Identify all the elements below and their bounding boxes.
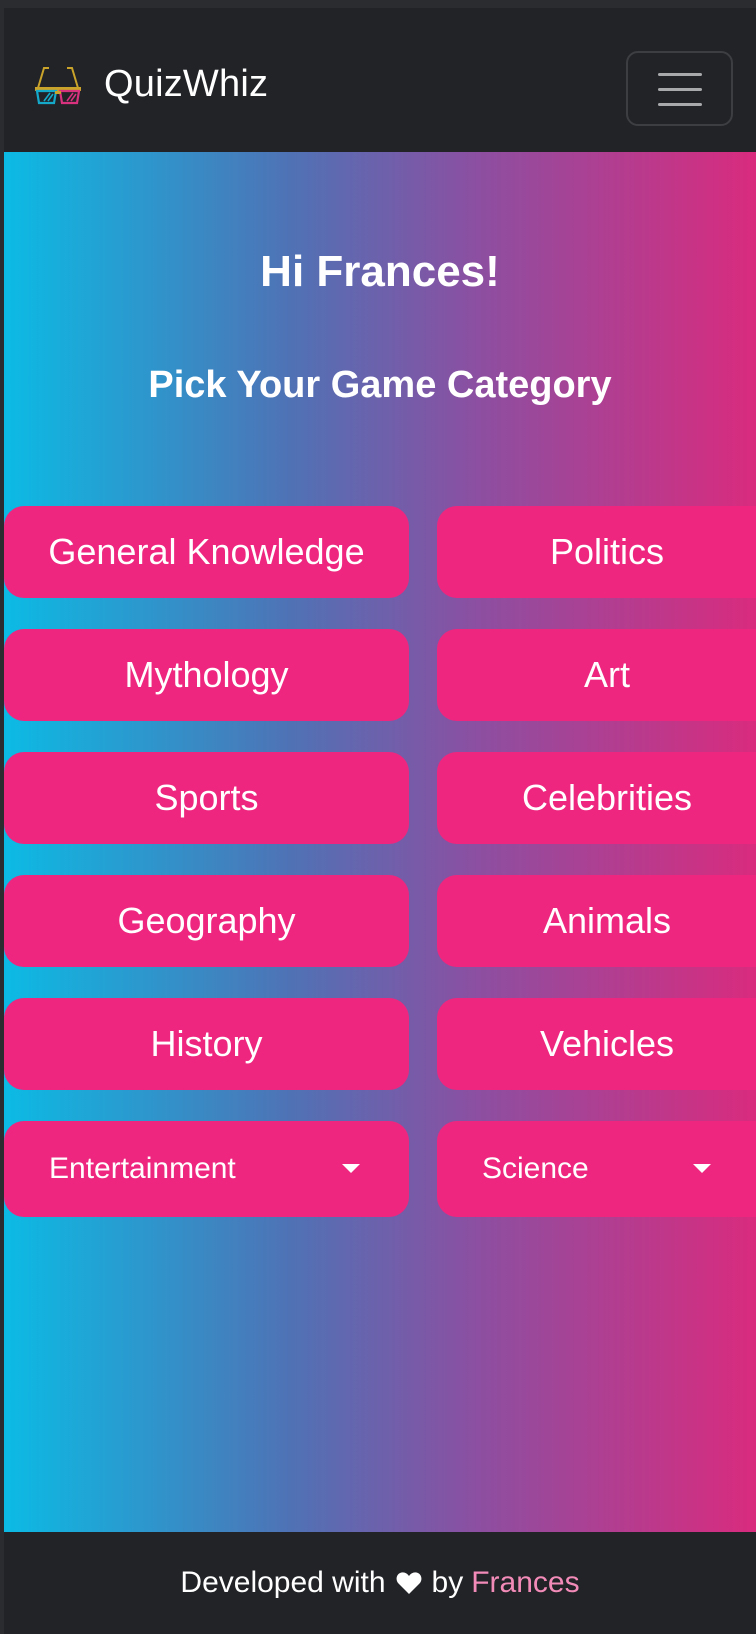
- caret-down-icon: [693, 1164, 711, 1173]
- navbar: QuizWhiz: [4, 8, 756, 152]
- greeting-heading: Hi Frances!: [260, 247, 500, 296]
- dropdown-science-label: Science: [482, 1152, 589, 1185]
- dropdown-entertainment-label: Entertainment: [49, 1152, 236, 1185]
- category-button-mythology[interactable]: Mythology: [4, 629, 409, 721]
- app-frame: QuizWhiz Hi Frances! Pick Your Game Cate…: [0, 0, 756, 1634]
- footer-author-link[interactable]: Frances: [471, 1566, 579, 1600]
- category-subheading: Pick Your Game Category: [148, 364, 612, 406]
- navbar-toggler-button[interactable]: [626, 51, 733, 126]
- footer-credit: Developed with by Frances: [4, 1532, 756, 1634]
- category-hero: Hi Frances! Pick Your Game Category Gene…: [4, 152, 756, 1532]
- footer-by: by: [431, 1566, 464, 1599]
- category-button-geography[interactable]: Geography: [4, 875, 409, 967]
- 3d-glasses-icon: [35, 67, 81, 105]
- category-button-sports[interactable]: Sports: [4, 752, 409, 844]
- category-button-art[interactable]: Art: [437, 629, 756, 721]
- hamburger-menu-icon: [657, 72, 702, 106]
- category-button-politics[interactable]: Politics: [437, 506, 756, 598]
- brand-name: QuizWhiz: [104, 62, 269, 105]
- dropdown-science[interactable]: Science: [437, 1121, 756, 1217]
- footer: Developed with by Frances: [4, 1532, 756, 1634]
- brand-link[interactable]: QuizWhiz: [32, 56, 268, 112]
- heart-icon: [396, 1572, 421, 1594]
- dropdown-entertainment[interactable]: Entertainment: [4, 1121, 409, 1217]
- category-button-animals[interactable]: Animals: [437, 875, 756, 967]
- footer-prefix: Developed with: [180, 1566, 386, 1599]
- category-button-celebrities[interactable]: Celebrities: [437, 752, 756, 844]
- caret-down-icon: [342, 1164, 360, 1173]
- category-button-vehicles[interactable]: Vehicles: [437, 998, 756, 1090]
- category-button-history[interactable]: History: [4, 998, 409, 1090]
- category-button-general-knowledge[interactable]: General Knowledge: [4, 506, 409, 598]
